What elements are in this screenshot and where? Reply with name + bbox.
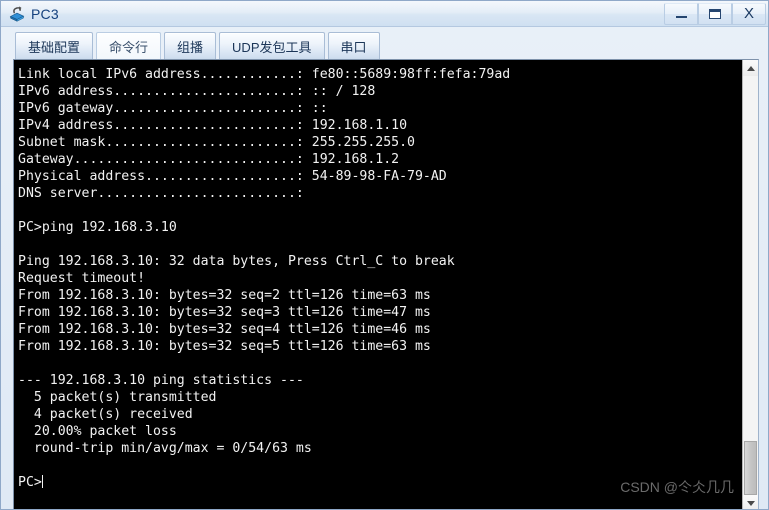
maximize-icon (709, 8, 721, 19)
scrollbar-track[interactable] (743, 76, 758, 495)
console-line: Gateway............................: 192… (18, 152, 400, 167)
console-line: IPv4 address.......................: 192… (18, 118, 408, 133)
maximize-button[interactable] (698, 2, 732, 25)
scrollbar-down-button[interactable] (743, 495, 758, 509)
terminal-output-area[interactable]: Link local IPv6 address............: fe8… (14, 60, 742, 509)
console-line: 20.00% packet loss (18, 424, 177, 439)
console-line: From 192.168.3.10: bytes=32 seq=4 ttl=12… (18, 322, 431, 337)
pc-device-icon (8, 5, 26, 23)
tab-udp-packet-tool[interactable]: UDP发包工具 (219, 32, 325, 59)
pc3-console-window: PC3 X 基础配置 命令行 组播 UDP发包工具 串口 Link local … (0, 0, 769, 510)
tab-label: 基础配置 (28, 39, 81, 55)
console-line: 4 packet(s) received (18, 407, 193, 422)
console-line: Request timeout! (18, 271, 146, 286)
tab-label: 命令行 (109, 39, 149, 55)
tab-multicast[interactable]: 组播 (164, 32, 217, 59)
console-line: DNS server.........................: (18, 186, 304, 201)
title-bar: PC3 X (1, 1, 768, 27)
console-line: Subnet mask........................: 255… (18, 135, 415, 150)
console-line: round-trip min/avg/max = 0/54/63 ms (18, 441, 312, 456)
console-line: Ping 192.168.3.10: 32 data bytes, Press … (18, 254, 455, 269)
console-lines: Link local IPv6 address............: fe8… (18, 66, 742, 491)
minimize-icon (675, 16, 687, 18)
tab-label: 串口 (340, 39, 367, 55)
terminal-scrollbar[interactable] (742, 60, 758, 509)
close-icon: X (743, 5, 754, 22)
console-line: From 192.168.3.10: bytes=32 seq=3 ttl=12… (18, 305, 431, 320)
console-line: From 192.168.3.10: bytes=32 seq=5 ttl=12… (18, 339, 431, 354)
console-prompt: PC> (18, 475, 42, 490)
console-prompt-line[interactable]: PC> (18, 474, 742, 491)
window-title: PC3 (31, 5, 59, 22)
terminal-frame: Link local IPv6 address............: fe8… (13, 59, 759, 509)
console-line: --- 192.168.3.10 ping statistics --- (18, 373, 304, 388)
console-line: PC>ping 192.168.3.10 (18, 220, 177, 235)
console-line: Link local IPv6 address............: fe8… (18, 67, 511, 82)
console-line: Physical address...................: 54-… (18, 169, 447, 184)
tab-strip: 基础配置 命令行 组播 UDP发包工具 串口 (1, 28, 768, 59)
console-line: From 192.168.3.10: bytes=32 seq=2 ttl=12… (18, 288, 431, 303)
console-line: 5 packet(s) transmitted (18, 390, 217, 405)
tab-serial-port[interactable]: 串口 (327, 32, 380, 59)
tab-command-line[interactable]: 命令行 (96, 32, 162, 59)
tab-label: 组播 (177, 39, 204, 55)
window-controls: X (664, 1, 768, 26)
console-line: IPv6 gateway.......................: :: (18, 101, 328, 116)
tab-basic-config[interactable]: 基础配置 (15, 32, 94, 59)
chevron-up-icon (746, 65, 755, 71)
console-line: IPv6 address.......................: :: … (18, 84, 376, 99)
minimize-button[interactable] (664, 2, 698, 25)
chevron-down-icon (746, 500, 755, 506)
tab-label: UDP发包工具 (232, 39, 312, 55)
close-button[interactable]: X (732, 2, 766, 25)
scrollbar-thumb[interactable] (744, 441, 757, 495)
title-bar-left: PC3 (1, 5, 664, 23)
scrollbar-up-button[interactable] (743, 60, 758, 76)
